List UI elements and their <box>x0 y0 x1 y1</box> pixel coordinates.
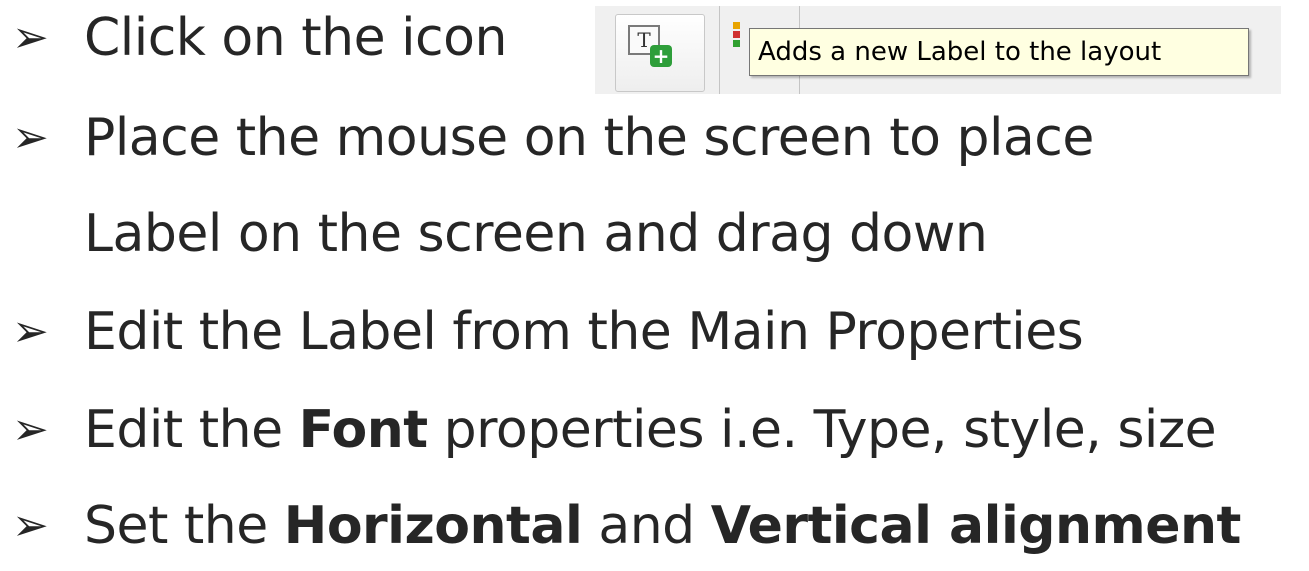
line-text: Place the mouse on the screen to place <box>84 108 1094 168</box>
line-text: Click on the icon <box>84 8 507 68</box>
toolbar-screenshot: T + Adds a new Label to the layout <box>595 6 1281 94</box>
tooltip: Adds a new Label to the layout <box>749 28 1249 76</box>
line-text: Edit the Font properties i.e. Type, styl… <box>84 400 1217 460</box>
bullet-line-2: ➢ Place the mouse on the screen to place <box>0 100 1094 176</box>
bold-horizontal: Horizontal <box>283 496 583 556</box>
bullet-arrow: ➢ <box>12 112 49 163</box>
bullet-line-1: ➢ Click on the icon <box>0 0 507 76</box>
line-text: Edit the Label from the Main Properties <box>84 302 1084 362</box>
bullet-line-3: ➢ Edit the Label from the Main Properties <box>0 294 1084 370</box>
bullet-line-5: ➢ Set the Horizontal and Vertical alignme… <box>0 488 1241 564</box>
bullet-arrow: ➢ <box>12 500 49 551</box>
line-text: Label on the screen and drag down <box>84 204 988 264</box>
color-dots-icon <box>733 22 741 49</box>
line-text: Set the Horizontal and Vertical alignmen… <box>84 496 1241 556</box>
bullet-arrow: ➢ <box>12 306 49 357</box>
bullet-line-4: ➢ Edit the Font properties i.e. Type, sty… <box>0 392 1217 468</box>
bold-font: Font <box>298 400 429 460</box>
bullet-arrow: ➢ <box>12 404 49 455</box>
add-label-button[interactable]: T + <box>615 14 705 92</box>
plus-icon: + <box>650 45 672 67</box>
bold-vertical-alignment: Vertical alignment <box>710 496 1242 556</box>
line-continuation: Label on the screen and drag down <box>84 196 988 272</box>
toolbar-separator <box>719 6 720 94</box>
bullet-arrow: ➢ <box>12 12 49 63</box>
